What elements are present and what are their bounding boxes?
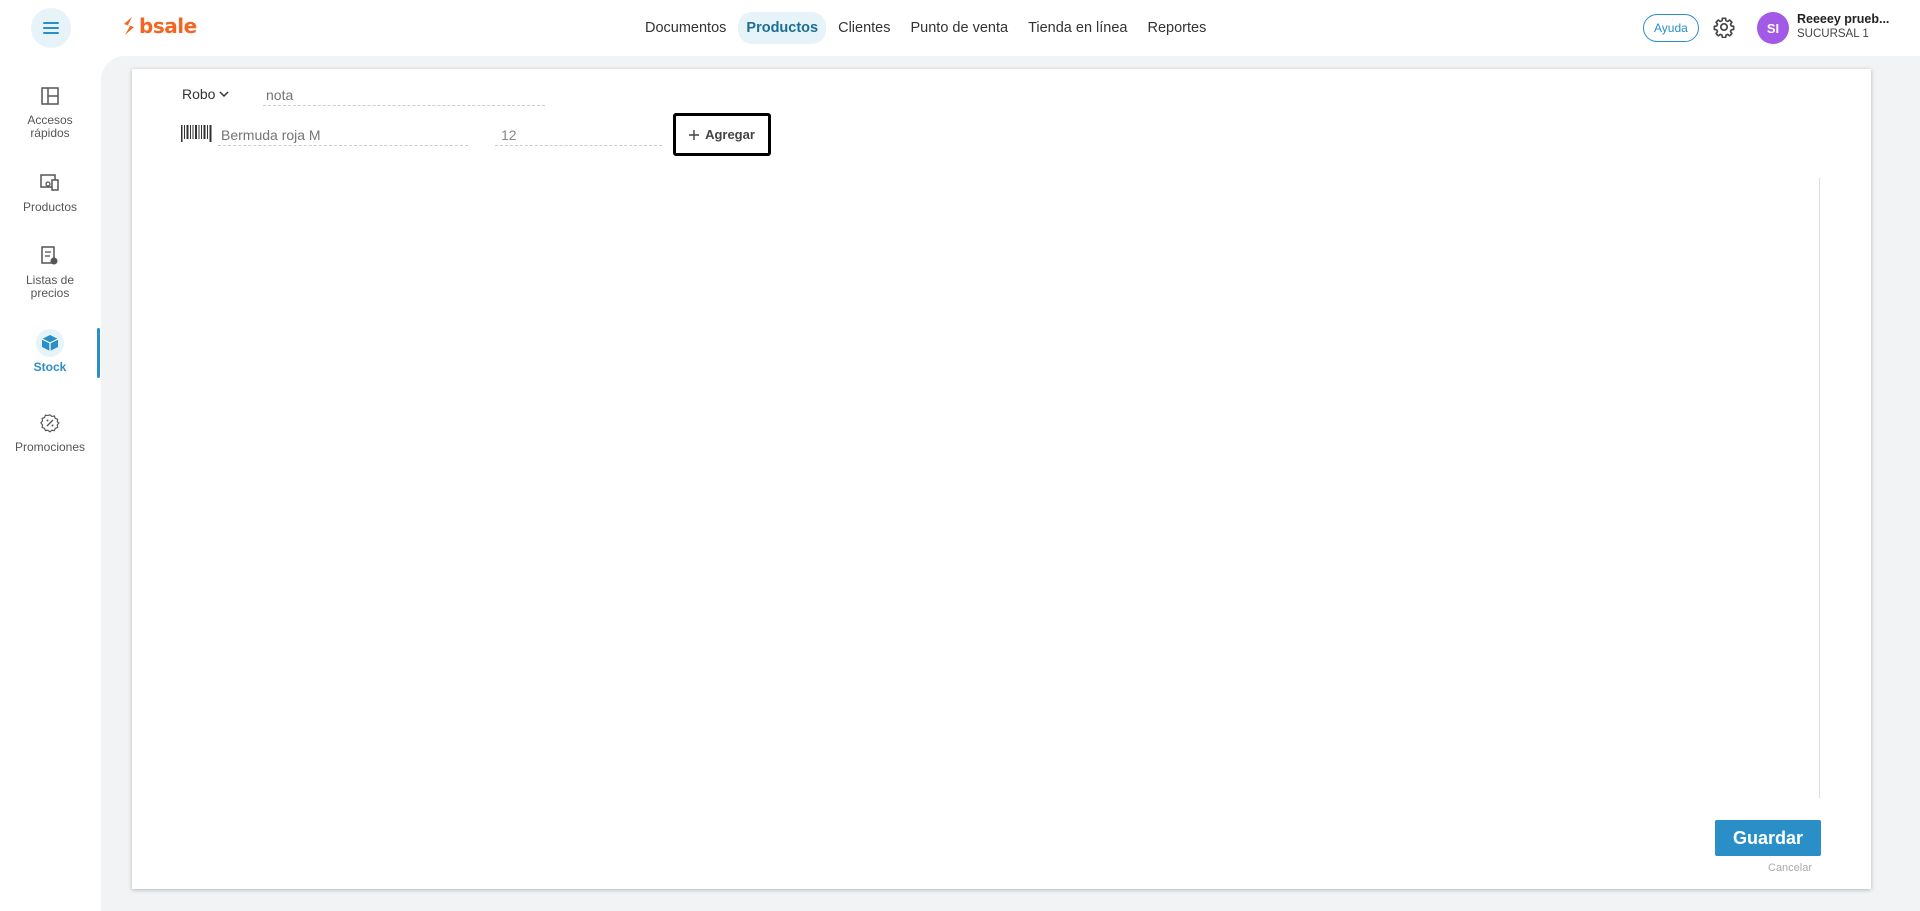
add-button-label: Agregar bbox=[705, 127, 755, 142]
items-list-scrollbar[interactable] bbox=[1819, 178, 1820, 798]
layout-icon bbox=[36, 82, 64, 110]
main-navigation: Documentos Productos Clientes Punto de v… bbox=[637, 12, 1214, 44]
plus-icon bbox=[689, 129, 700, 140]
bsale-logo[interactable]: bsale bbox=[122, 14, 197, 38]
user-avatar[interactable]: SI bbox=[1757, 12, 1789, 44]
save-button[interactable]: Guardar bbox=[1715, 820, 1821, 856]
nav-clientes[interactable]: Clientes bbox=[830, 12, 898, 44]
settings-button[interactable] bbox=[1713, 16, 1735, 43]
sidebar-item-accesos-rapidos[interactable]: Accesos rápidos bbox=[0, 82, 100, 140]
sidebar-active-indicator bbox=[97, 328, 100, 378]
branch-name: SUCURSAL 1 bbox=[1797, 28, 1869, 40]
nav-documentos[interactable]: Documentos bbox=[637, 12, 734, 44]
nav-reportes[interactable]: Reportes bbox=[1140, 12, 1215, 44]
chevron-down-icon bbox=[219, 90, 229, 97]
percent-badge-icon bbox=[36, 409, 64, 437]
stock-movement-card bbox=[132, 69, 1871, 889]
sidebar-item-promociones[interactable]: Promociones bbox=[0, 409, 100, 454]
cancel-link[interactable]: Cancelar bbox=[1768, 862, 1812, 874]
bsale-logo-icon bbox=[124, 17, 134, 35]
sidebar-item-label: Stock bbox=[33, 360, 67, 374]
products-icon bbox=[36, 169, 64, 197]
nav-productos[interactable]: Productos bbox=[738, 12, 827, 44]
product-search-input[interactable] bbox=[218, 124, 468, 146]
gear-icon bbox=[1713, 17, 1735, 39]
sidebar-item-label: Productos bbox=[22, 200, 78, 214]
sidebar-item-label-line2: precios bbox=[30, 286, 70, 300]
nav-tienda-en-linea[interactable]: Tienda en línea bbox=[1020, 12, 1135, 44]
help-button[interactable]: Ayuda bbox=[1643, 14, 1699, 42]
sidebar-item-productos[interactable]: Productos bbox=[0, 169, 100, 214]
sidebar-item-label-line2: rápidos bbox=[30, 126, 70, 140]
top-bar: bsale Documentos Productos Clientes Punt… bbox=[0, 0, 1920, 56]
box-icon bbox=[36, 329, 64, 357]
nav-punto-de-venta[interactable]: Punto de venta bbox=[903, 12, 1017, 44]
barcode-icon bbox=[181, 124, 213, 148]
movement-type-value: Robo bbox=[182, 86, 216, 102]
sidebar-item-listas-de-precios[interactable]: Listas de precios bbox=[0, 242, 100, 300]
sidebar-item-stock[interactable]: Stock bbox=[0, 329, 100, 374]
user-info[interactable]: Reeeey prueb... SUCURSAL 1 bbox=[1797, 12, 1897, 42]
hamburger-icon bbox=[43, 22, 59, 34]
add-product-button[interactable]: Agregar bbox=[673, 113, 771, 156]
user-name: Reeeey prueb... bbox=[1797, 12, 1890, 26]
sidebar-item-label: Promociones bbox=[14, 440, 86, 454]
hamburger-menu-button[interactable] bbox=[31, 8, 71, 48]
brand-name: bsale bbox=[139, 14, 197, 38]
note-input[interactable] bbox=[263, 84, 545, 106]
movement-type-select[interactable]: Robo bbox=[182, 86, 229, 102]
quantity-input[interactable] bbox=[495, 124, 662, 146]
sidebar: Accesos rápidos Productos Listas de prec… bbox=[0, 56, 100, 911]
price-list-icon bbox=[36, 242, 64, 270]
